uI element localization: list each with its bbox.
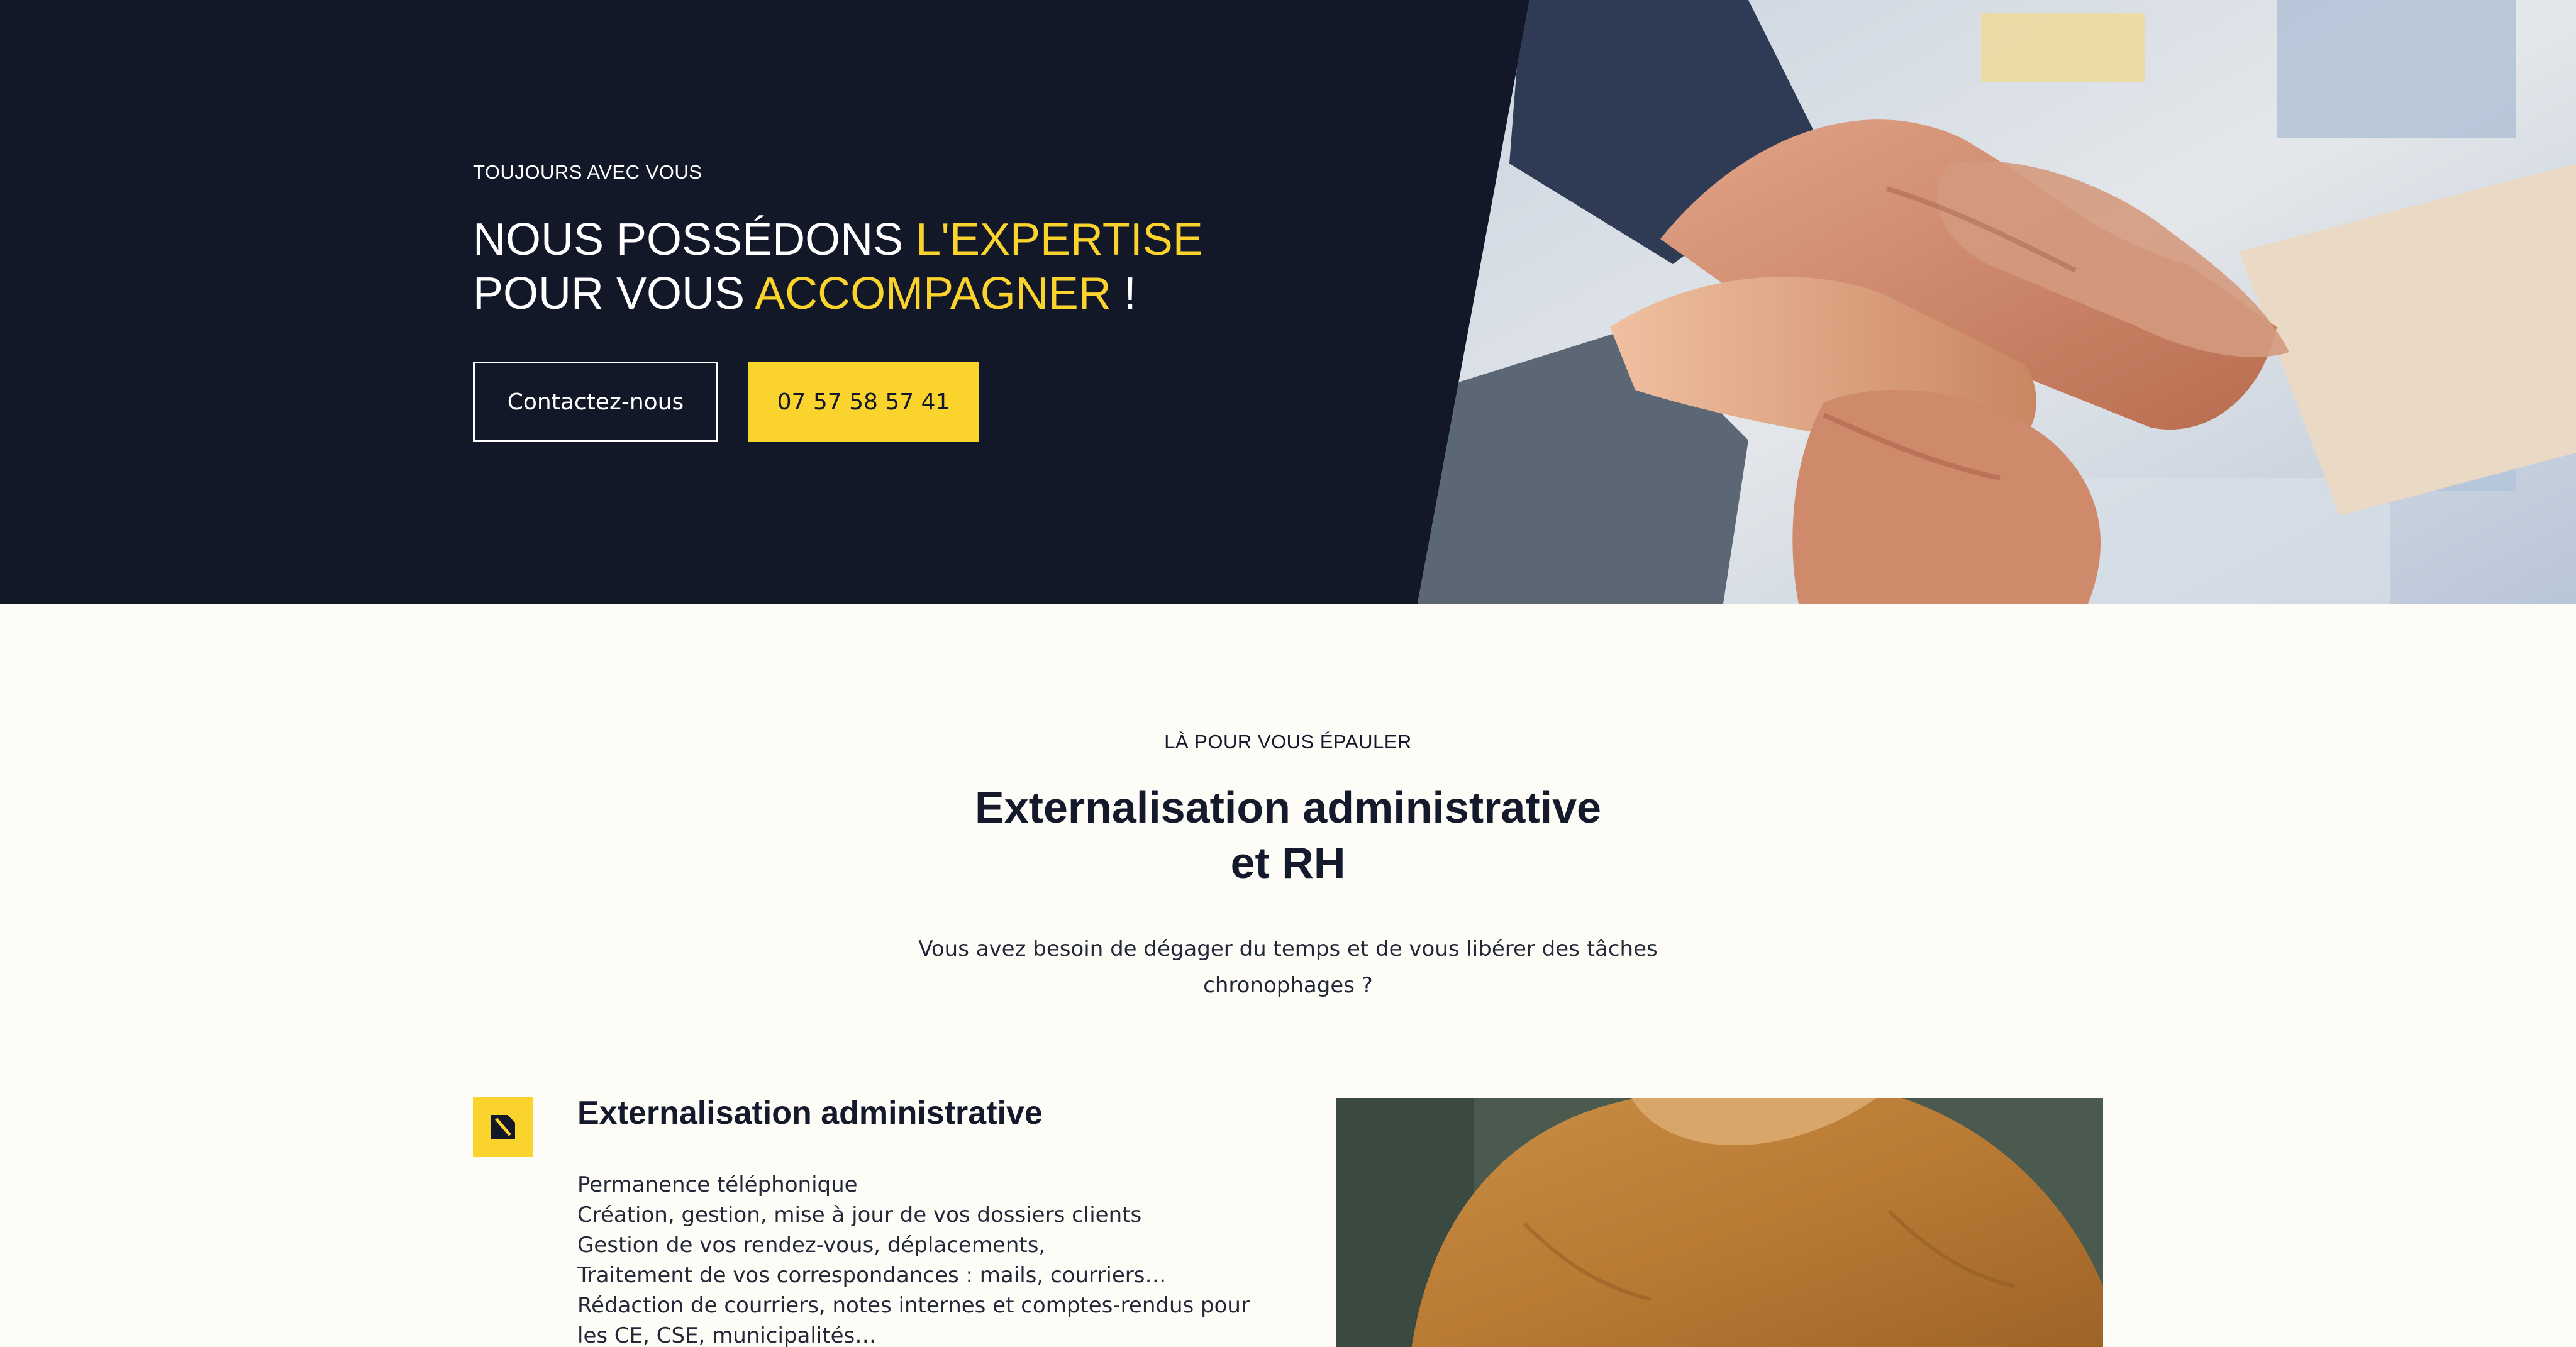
- section-lead: Vous avez besoin de dégager du temps et …: [911, 931, 1665, 1004]
- feature-list-item: Gestion de vos rendez-vous, déplacements…: [577, 1233, 1046, 1258]
- section-title-line: et RH: [1230, 838, 1346, 887]
- hero-title-accent: L'EXPERTISE: [916, 214, 1203, 265]
- hero-title: NOUS POSSÉDONS L'EXPERTISE POUR VOUS ACC…: [473, 213, 1479, 321]
- feature-title: Externalisation administrative: [577, 1095, 1043, 1131]
- feature-list: Permanence téléphonique Création, gestio…: [577, 1170, 1257, 1347]
- section-title-line: Externalisation administrative: [975, 783, 1601, 832]
- section-lead-line: Vous avez besoin de dégager du temps et …: [918, 936, 1658, 962]
- document-icon: [473, 1097, 533, 1157]
- feature-list-item: Rédaction de courriers, notes internes e…: [577, 1293, 1250, 1318]
- hero-eyebrow: TOUJOURS AVEC VOUS: [473, 161, 702, 183]
- hero-buttons: Contactez-nous 07 57 58 57 41: [473, 362, 979, 442]
- hero-section: TOUJOURS AVEC VOUS NOUS POSSÉDONS L'EXPE…: [0, 0, 2576, 604]
- hero-content: TOUJOURS AVEC VOUS NOUS POSSÉDONS L'EXPE…: [473, 161, 1479, 321]
- hero-title-text: NOUS POSSÉDONS: [473, 214, 916, 265]
- feature-list-item: les CE, CSE, municipalités…: [577, 1323, 877, 1347]
- hero-title-text: !: [1111, 269, 1136, 319]
- phone-button[interactable]: 07 57 58 57 41: [748, 362, 979, 442]
- section-title: Externalisation administrative et RH: [0, 780, 2576, 890]
- feature-list-item: Permanence téléphonique: [577, 1172, 858, 1197]
- hero-title-text: POUR VOUS: [473, 269, 755, 319]
- feature-list-item: Création, gestion, mise à jour de vos do…: [577, 1202, 1142, 1228]
- contact-button[interactable]: Contactez-nous: [473, 362, 718, 442]
- services-section: LÀ POUR VOUS ÉPAULER Externalisation adm…: [0, 604, 2576, 1347]
- section-eyebrow: LÀ POUR VOUS ÉPAULER: [1164, 731, 1412, 753]
- section-lead-line: chronophages ?: [1203, 973, 1373, 998]
- feature-photo: [1336, 1098, 2103, 1347]
- hero-title-accent: ACCOMPAGNER: [755, 269, 1111, 319]
- feature-list-item: Traitement de vos correspondances : mail…: [577, 1263, 1167, 1288]
